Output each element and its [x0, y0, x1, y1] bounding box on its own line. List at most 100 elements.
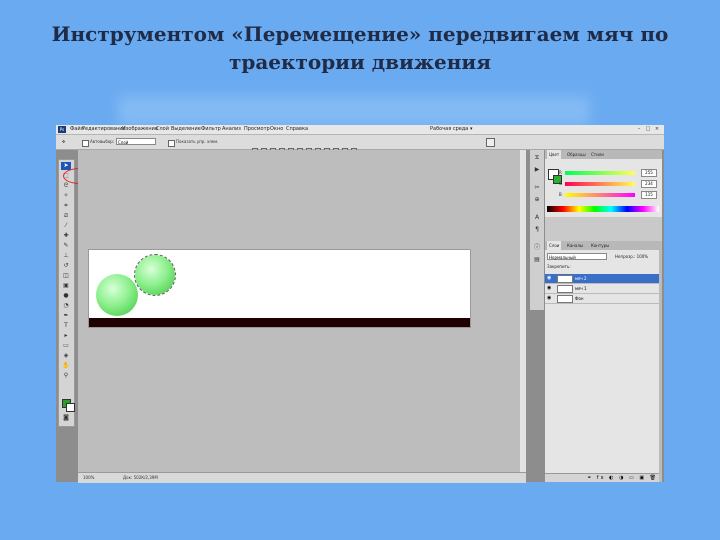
autoselect-label: Автовыбор: — [90, 139, 115, 144]
tab-styles[interactable]: Стили — [589, 150, 606, 159]
menu-bar: Ps Файл Редактирование Изображение Слой … — [56, 125, 664, 135]
blur-tool-icon[interactable]: ● — [61, 292, 71, 300]
blend-mode-select[interactable]: Нормальный — [547, 253, 607, 260]
menu-window[interactable]: Окно — [270, 126, 283, 133]
ground-strip — [89, 318, 470, 327]
quick-mask-icon[interactable]: ◙ — [61, 414, 71, 422]
magic-wand-tool-icon[interactable]: ✧ — [61, 192, 71, 200]
layer-thumbnail — [557, 275, 573, 283]
opacity-field[interactable]: Непрозр.: 100% — [615, 253, 648, 260]
color-panel: R 255 G 234 B 115 — [545, 159, 662, 217]
color-spectrum-bar[interactable] — [547, 206, 659, 212]
document-image[interactable] — [88, 249, 471, 328]
history-brush-tool-icon[interactable]: ↺ — [61, 262, 71, 270]
paragraph-icon[interactable]: ¶ — [533, 226, 541, 234]
brushes-icon[interactable]: ✂ — [533, 184, 541, 192]
tab-channels[interactable]: Каналы — [565, 241, 585, 250]
transform-checkbox[interactable] — [168, 140, 175, 147]
crop-tool-icon[interactable]: ⌗ — [61, 202, 71, 210]
minimize-icon[interactable]: – — [636, 126, 642, 132]
slice-tool-icon[interactable]: ⧄ — [61, 212, 71, 220]
layer-thumbnail — [557, 295, 573, 303]
close-icon[interactable]: × — [654, 126, 660, 132]
menu-select[interactable]: Выделение — [171, 126, 201, 133]
autoselect-checkbox[interactable] — [82, 140, 89, 147]
layers-footer-icons[interactable]: ⚭ fx ◐ ◑ ▭ ▣ 🗑 — [545, 473, 662, 482]
tab-paths[interactable]: Контуры — [589, 241, 611, 250]
menu-layer[interactable]: Слой — [156, 126, 169, 133]
channel-b-label: B — [559, 192, 562, 197]
layer-thumbnail — [557, 285, 573, 293]
lasso-tool-icon[interactable]: ᘓ — [61, 182, 71, 190]
align-buttons — [252, 139, 382, 154]
layers-scrollbar[interactable] — [659, 250, 662, 482]
actions-icon[interactable]: ▶ — [533, 166, 541, 174]
zoom-tool-icon[interactable]: ⚲ — [61, 372, 71, 380]
info-icon[interactable]: ⓘ — [533, 244, 541, 252]
workspace-menu[interactable]: Рабочая среда ▾ — [430, 126, 472, 133]
clone-source-icon[interactable]: ⊕ — [533, 196, 541, 204]
character-icon[interactable]: A — [533, 214, 541, 222]
healing-tool-icon[interactable]: ✚ — [61, 232, 71, 240]
menu-view[interactable]: Просмотр — [244, 126, 270, 133]
shape-tool-icon[interactable]: ▭ — [61, 342, 71, 350]
hand-tool-icon[interactable]: ✋ — [61, 362, 71, 370]
channel-g-slider[interactable] — [565, 182, 635, 186]
pen-tool-icon[interactable]: ✒ — [61, 312, 71, 320]
ball-layer-2-selected[interactable] — [134, 254, 176, 296]
tab-color[interactable]: Цвет — [547, 150, 562, 159]
clone-stamp-tool-icon[interactable]: ⊥ — [61, 252, 71, 260]
eraser-tool-icon[interactable]: ◫ — [61, 272, 71, 280]
gradient-tool-icon[interactable]: ▣ — [61, 282, 71, 290]
doc-size: Док: 502К/2,39M — [123, 475, 158, 480]
menu-image[interactable]: Изображение — [122, 126, 158, 133]
panel-toggle-button[interactable] — [486, 138, 495, 147]
layer-name: Фон — [575, 296, 584, 301]
dodge-tool-icon[interactable]: ◔ — [61, 302, 71, 310]
path-selection-tool-icon[interactable]: ▸ — [61, 332, 71, 340]
right-panels: Цвет Образцы Стили R 255 G 234 B 115 Сло… — [545, 150, 662, 482]
layer-row[interactable]: ◉ мяч 1 — [545, 284, 662, 294]
3d-tool-icon[interactable]: ◈ — [61, 352, 71, 360]
channel-g-value[interactable]: 234 — [641, 180, 657, 188]
maximize-icon[interactable]: □ — [645, 126, 651, 132]
eye-icon[interactable]: ◉ — [547, 294, 554, 303]
status-bar: 100% Док: 502К/2,39M — [78, 472, 526, 483]
menu-filter[interactable]: Фильтр — [201, 126, 221, 133]
history-icon[interactable]: ⧖ — [533, 154, 541, 162]
move-tool-options-icon[interactable]: ✥ — [62, 138, 65, 146]
layers-panel: Нормальный Непрозр.: 100% Закрепить: ◉ м… — [545, 250, 662, 482]
channel-g-label: G — [559, 181, 563, 186]
type-tool-icon[interactable]: T — [61, 322, 71, 330]
menu-help[interactable]: Справка — [286, 126, 308, 133]
channel-r-slider[interactable] — [565, 171, 635, 175]
menu-edit[interactable]: Редактирование — [82, 126, 126, 133]
panel-dock: ⧖ ▶ ✂ ⊕ A ¶ ⓘ ▤ — [530, 150, 544, 310]
ball-layer-1[interactable] — [96, 274, 138, 316]
tab-swatches[interactable]: Образцы — [565, 150, 588, 159]
layer-name: мяч 1 — [575, 286, 587, 291]
autoselect-select[interactable]: Слой — [116, 138, 156, 145]
canvas-scrollbar[interactable] — [520, 150, 526, 472]
layer-row[interactable]: ◉ Фон — [545, 294, 662, 304]
layer-row[interactable]: ◉ мяч 2 — [545, 274, 662, 284]
eye-icon[interactable]: ◉ — [547, 274, 554, 283]
tab-layers[interactable]: Слои — [547, 241, 562, 250]
layer-name: мяч 2 — [575, 276, 587, 281]
zoom-level[interactable]: 100% — [83, 473, 94, 483]
channel-b-value[interactable]: 115 — [641, 191, 657, 199]
background-color-swatch[interactable] — [66, 403, 75, 412]
menu-analysis[interactable]: Анализ — [222, 126, 241, 133]
photoshop-window: Ps Файл Редактирование Изображение Слой … — [56, 125, 664, 483]
navigator-icon[interactable]: ▤ — [533, 256, 541, 264]
eye-icon[interactable]: ◉ — [547, 284, 554, 293]
brush-tool-icon[interactable]: ✎ — [61, 242, 71, 250]
transform-label: Показать упр. элем. — [176, 139, 219, 144]
channel-b-slider[interactable] — [565, 193, 635, 197]
slide-title: Инструментом «Перемещение» передвигаем м… — [51, 22, 669, 74]
eyedropper-tool-icon[interactable]: ⁄ — [61, 222, 71, 230]
tools-panel: ➤ ⬚ ᘓ ✧ ⌗ ⧄ ⁄ ✚ ✎ ⊥ ↺ ◫ ▣ ● ◔ ✒ T ▸ ▭ ◈ … — [58, 159, 75, 427]
channel-r-label: R — [559, 170, 562, 175]
ps-logo: Ps — [58, 126, 66, 133]
channel-r-value[interactable]: 255 — [641, 169, 657, 177]
